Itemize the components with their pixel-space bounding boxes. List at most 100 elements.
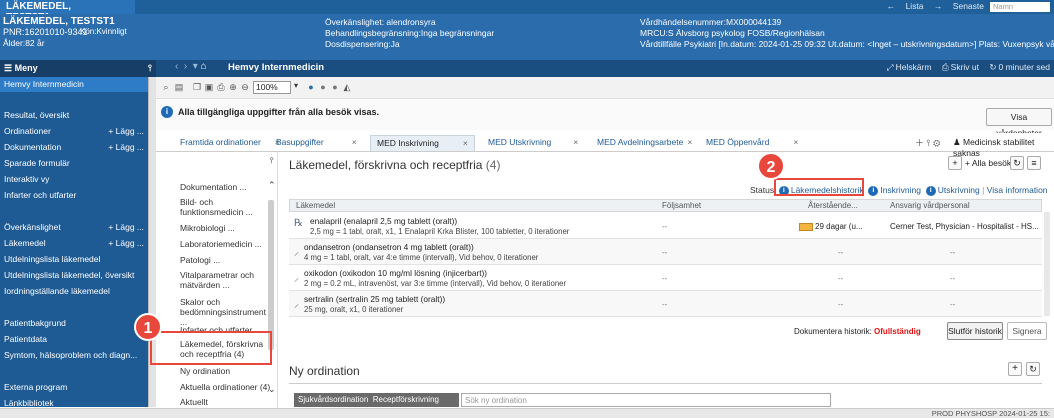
close-icon[interactable]: ×	[463, 138, 468, 148]
menu-item-interaktiv[interactable]: Interaktiv vy	[0, 172, 148, 187]
tab-med-utskrivning[interactable]: MED Utskrivning ×	[488, 135, 578, 151]
lista-link[interactable]: Lista	[906, 1, 924, 11]
section-ny-ordination[interactable]: Ny ordination	[180, 366, 272, 376]
aterstaende-value: --	[838, 300, 844, 309]
add-icon[interactable]: +	[1008, 362, 1022, 376]
binoculars-icon[interactable]: ⌕	[161, 82, 171, 92]
menu-item-iordningstallande[interactable]: Iordningställande läkemedel	[0, 284, 148, 299]
print-button[interactable]: Skriv ut	[951, 62, 979, 72]
zoom-select[interactable]: 100%	[253, 81, 291, 94]
patient-tab[interactable]: LÄKEMEDEL, TESTST1×	[0, 0, 135, 23]
nav-arrows[interactable]: ‹ › ▾ ⌂	[175, 61, 207, 72]
tab-sjukvardsordination[interactable]: Sjukvårdsordination	[298, 395, 368, 404]
section-aktuella-ordinationer[interactable]: Aktuella ordinationer (4)	[180, 382, 272, 392]
menu-item-symtom[interactable]: Symtom, hälsoproblem och diagn...	[0, 348, 148, 363]
menu-item-externa-program[interactable]: Externa program	[0, 380, 148, 395]
refresh-icon[interactable]: ↻	[1026, 362, 1040, 376]
column-lakemedel[interactable]: Läkemedel	[296, 201, 335, 210]
column-ansvarig[interactable]: Ansvarig vårdpersonal	[890, 201, 970, 210]
visa-vardenheter-button[interactable]: Visa vårdenheter	[986, 108, 1052, 138]
close-icon[interactable]: ×	[573, 137, 578, 147]
alla-besok-button[interactable]: + Alla besök	[965, 158, 1011, 168]
menu-item-infarter[interactable]: Infarter och utfarter	[0, 188, 148, 203]
zoom-out-icon[interactable]: ⊖	[240, 82, 250, 92]
circle-dark-icon[interactable]: ●	[330, 82, 340, 92]
menu-item-hemvy[interactable]: Hemvy Internmedicin	[0, 77, 148, 92]
utskrivning-link[interactable]: Utskrivning	[938, 185, 980, 195]
chevron-down-icon[interactable]: ▾	[294, 81, 298, 90]
slutfor-historik-button[interactable]: Slutför historik	[947, 322, 1003, 340]
circle-blue-icon[interactable]: ●	[306, 82, 316, 92]
print-preview-icon[interactable]: ⎙	[216, 82, 226, 92]
menu-item-lakemedel[interactable]: Läkemedel + Lägg ...	[0, 236, 148, 251]
section-mikrobiologi[interactable]: Mikrobiologi ...	[180, 223, 272, 233]
section-skalor[interactable]: Skalor och bedömningsinstrument ...	[180, 297, 272, 327]
chevron-down-icon[interactable]: ⌄	[268, 384, 276, 395]
helskarm-button[interactable]: Helskärm	[896, 62, 932, 72]
section-aktuellt[interactable]: Aktuellt	[180, 397, 272, 407]
signera-button[interactable]: Signera	[1007, 322, 1047, 340]
menu-item-dokumentation[interactable]: Dokumentation + Lägg ...	[0, 140, 148, 155]
close-icon[interactable]: ×	[793, 137, 798, 147]
ordination-search-input[interactable]: Sök ny ordination	[461, 393, 831, 407]
print-icon[interactable]: ⎙	[942, 62, 949, 72]
add-ordination-button[interactable]: + Lägg ...	[108, 126, 144, 136]
add-icon[interactable]: +	[948, 156, 962, 170]
add-overkanslighet-button[interactable]: + Lägg ...	[108, 222, 144, 232]
home-icon[interactable]: ⌂	[201, 61, 207, 72]
add-tab-icon[interactable]: ＋	[915, 138, 924, 148]
section-patologi[interactable]: Patologi ...	[180, 255, 272, 265]
document-icon[interactable]: ▤	[174, 82, 184, 92]
add-dokumentation-button[interactable]: + Lägg ...	[108, 142, 144, 152]
tab-med-inskrivning[interactable]: MED Inskrivning ×	[370, 135, 475, 151]
medical-stability-label[interactable]: ♟ Medicinsk stabilitet saknas	[953, 137, 1054, 158]
circle-gray-icon[interactable]: ●	[318, 82, 328, 92]
visa-information-link[interactable]: Visa information	[987, 185, 1048, 195]
menu-item-resultat[interactable]: Resultat, översikt	[0, 108, 148, 123]
section-nav-scrollbar[interactable]	[268, 200, 274, 350]
menu-item-patientdata[interactable]: Patientdata	[0, 332, 148, 347]
senaste-link[interactable]: Senaste	[953, 1, 984, 11]
pin-icon[interactable]: ⫯	[148, 63, 152, 74]
tab-med-avdelningsarbete[interactable]: MED Avdelningsarbete ×	[597, 135, 692, 151]
add-lakemedel-button[interactable]: + Lägg ...	[108, 238, 144, 248]
menu-item-utdelningslista[interactable]: Utdelningslista läkemedel	[0, 252, 148, 267]
tab-med-oppenvard[interactable]: MED Öppenvård ×	[706, 135, 798, 151]
pin-icon[interactable]: ⫯	[927, 138, 931, 148]
section-dokumentation[interactable]: Dokumentation ...	[180, 182, 272, 192]
ordination-type-tabs[interactable]: Sjukvårdsordination Receptförskrivning	[294, 393, 459, 407]
section-laboratoriemedicin[interactable]: Laboratoriemedicin ...	[180, 239, 272, 249]
menu-item-patientbakgrund[interactable]: Patientbakgrund	[0, 316, 148, 331]
column-aterstaende[interactable]: Återstående...	[808, 201, 858, 210]
refresh-icon[interactable]: ↻	[1010, 156, 1024, 170]
forward-arrow-icon[interactable]: →	[934, 1, 943, 11]
menu-item-utdelningslista-oversikt[interactable]: Utdelningslista läkemedel, översikt	[0, 268, 148, 283]
fullscreen-icon[interactable]: ⤢	[887, 62, 894, 72]
section-vitalparametrar[interactable]: Vitalparametrar och mätvärden ...	[180, 270, 272, 290]
paste-icon[interactable]: ▣	[204, 82, 214, 92]
menu-item-ordinationer[interactable]: Ordinationer + Lägg ...	[0, 124, 148, 139]
tab-tools[interactable]: ＋ ⫯ ⚙	[915, 136, 940, 149]
menu-item-overkanslighet[interactable]: Överkänslighet + Lägg ...	[0, 220, 148, 235]
pin-icon[interactable]: ⫯	[270, 156, 273, 166]
tab-framtida-ordinationer[interactable]: Framtida ordinationer ×	[180, 135, 280, 151]
patient-search-input[interactable]: Namn	[990, 2, 1050, 12]
chevron-up-icon[interactable]: ⌃	[268, 180, 276, 191]
allergy-info[interactable]: Överkänslighet: alendronsyra	[325, 17, 436, 27]
section-bild-funktionsmedicin[interactable]: Bild- och funktionsmedicin ...	[180, 197, 272, 217]
menu-icon[interactable]: ≡	[1027, 156, 1041, 170]
close-icon[interactable]: ×	[687, 137, 692, 147]
refresh-icon[interactable]: ↻	[989, 62, 996, 72]
settings-icon[interactable]: ⚙	[933, 138, 940, 148]
zoom-in-icon[interactable]: ⊕	[228, 82, 238, 92]
back-arrow-icon[interactable]: ←	[887, 1, 896, 11]
tab-basuppgifter[interactable]: Basuppgifter ×	[276, 135, 357, 151]
menu-item-sparade[interactable]: Sparade formulär	[0, 156, 148, 171]
copy-icon[interactable]: ❐	[192, 82, 202, 92]
close-icon[interactable]: ×	[352, 137, 357, 147]
image-icon[interactable]: ◭	[342, 82, 352, 92]
table-scrollbar[interactable]	[1044, 212, 1050, 316]
inskrivning-link[interactable]: Inskrivning	[880, 185, 921, 195]
column-foljsamhet[interactable]: Följsamhet	[662, 201, 701, 210]
tab-receptforskrivning[interactable]: Receptförskrivning	[373, 395, 439, 404]
